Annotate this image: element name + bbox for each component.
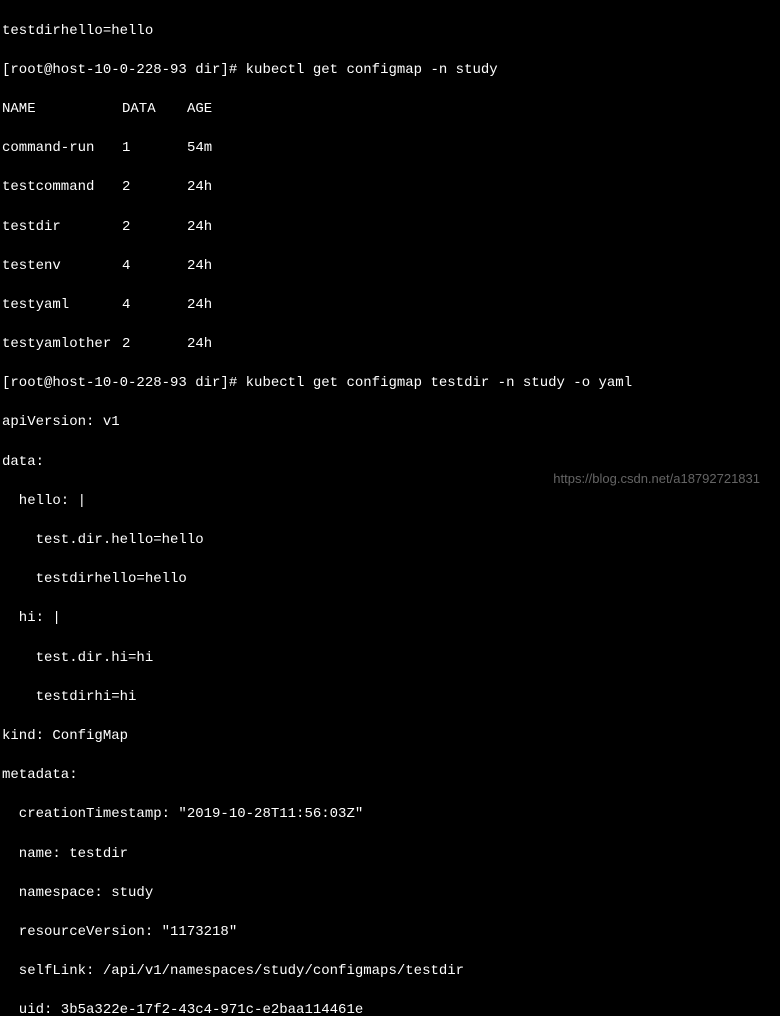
yaml-line: hi: |	[2, 609, 778, 629]
cell-name: testdir	[2, 218, 122, 238]
cell-name: testyaml	[2, 296, 122, 316]
cell-data: 2	[122, 178, 187, 198]
cell-name: command-run	[2, 139, 122, 159]
cell-data: 4	[122, 296, 187, 316]
yaml-line: resourceVersion: "1173218"	[2, 923, 778, 943]
yaml-line: selfLink: /api/v1/namespaces/study/confi…	[2, 962, 778, 982]
cell-data: 2	[122, 335, 187, 355]
table-row: testyaml424h	[2, 296, 778, 316]
yaml-line: testdirhi=hi	[2, 688, 778, 708]
yaml-line: test.dir.hi=hi	[2, 649, 778, 669]
yaml-line: apiVersion: v1	[2, 413, 778, 433]
command-line: [root@host-10-0-228-93 dir]# kubectl get…	[2, 374, 778, 394]
yaml-line: creationTimestamp: "2019-10-28T11:56:03Z…	[2, 805, 778, 825]
yaml-line: metadata:	[2, 766, 778, 786]
table-header: NAMEDATAAGE	[2, 100, 778, 120]
cell-age: 24h	[187, 178, 212, 198]
terminal-output[interactable]: testdirhello=hello [root@host-10-0-228-9…	[2, 2, 778, 1016]
command-text: kubectl get configmap -n study	[246, 62, 498, 78]
yaml-line: kind: ConfigMap	[2, 727, 778, 747]
yaml-line: testdirhello=hello	[2, 570, 778, 590]
cell-data: 1	[122, 139, 187, 159]
command-line: [root@host-10-0-228-93 dir]# kubectl get…	[2, 61, 778, 81]
command-text: kubectl get configmap testdir -n study -…	[246, 375, 632, 391]
yaml-line: test.dir.hello=hello	[2, 531, 778, 551]
shell-prompt: [root@host-10-0-228-93 dir]#	[2, 375, 246, 391]
output-line: testdirhello=hello	[2, 22, 778, 42]
shell-prompt: [root@host-10-0-228-93 dir]#	[2, 62, 246, 78]
cell-age: 24h	[187, 335, 212, 355]
cell-age: 24h	[187, 218, 212, 238]
cell-age: 24h	[187, 257, 212, 277]
table-row: testcommand224h	[2, 178, 778, 198]
yaml-line: uid: 3b5a322e-17f2-43c4-971c-e2baa114461…	[2, 1001, 778, 1016]
table-row: command-run154m	[2, 139, 778, 159]
cell-data: 2	[122, 218, 187, 238]
cell-name: testcommand	[2, 178, 122, 198]
header-name: NAME	[2, 100, 122, 120]
cell-age: 24h	[187, 296, 212, 316]
yaml-line: hello: |	[2, 492, 778, 512]
header-data: DATA	[122, 100, 187, 120]
cell-name: testenv	[2, 257, 122, 277]
yaml-line: namespace: study	[2, 884, 778, 904]
yaml-line: name: testdir	[2, 845, 778, 865]
header-age: AGE	[187, 100, 212, 120]
table-row: testyamlother224h	[2, 335, 778, 355]
cell-name: testyamlother	[2, 335, 122, 355]
cell-age: 54m	[187, 139, 212, 159]
table-row: testdir224h	[2, 218, 778, 238]
watermark-text: https://blog.csdn.net/a18792721831	[553, 470, 760, 488]
cell-data: 4	[122, 257, 187, 277]
table-row: testenv424h	[2, 257, 778, 277]
